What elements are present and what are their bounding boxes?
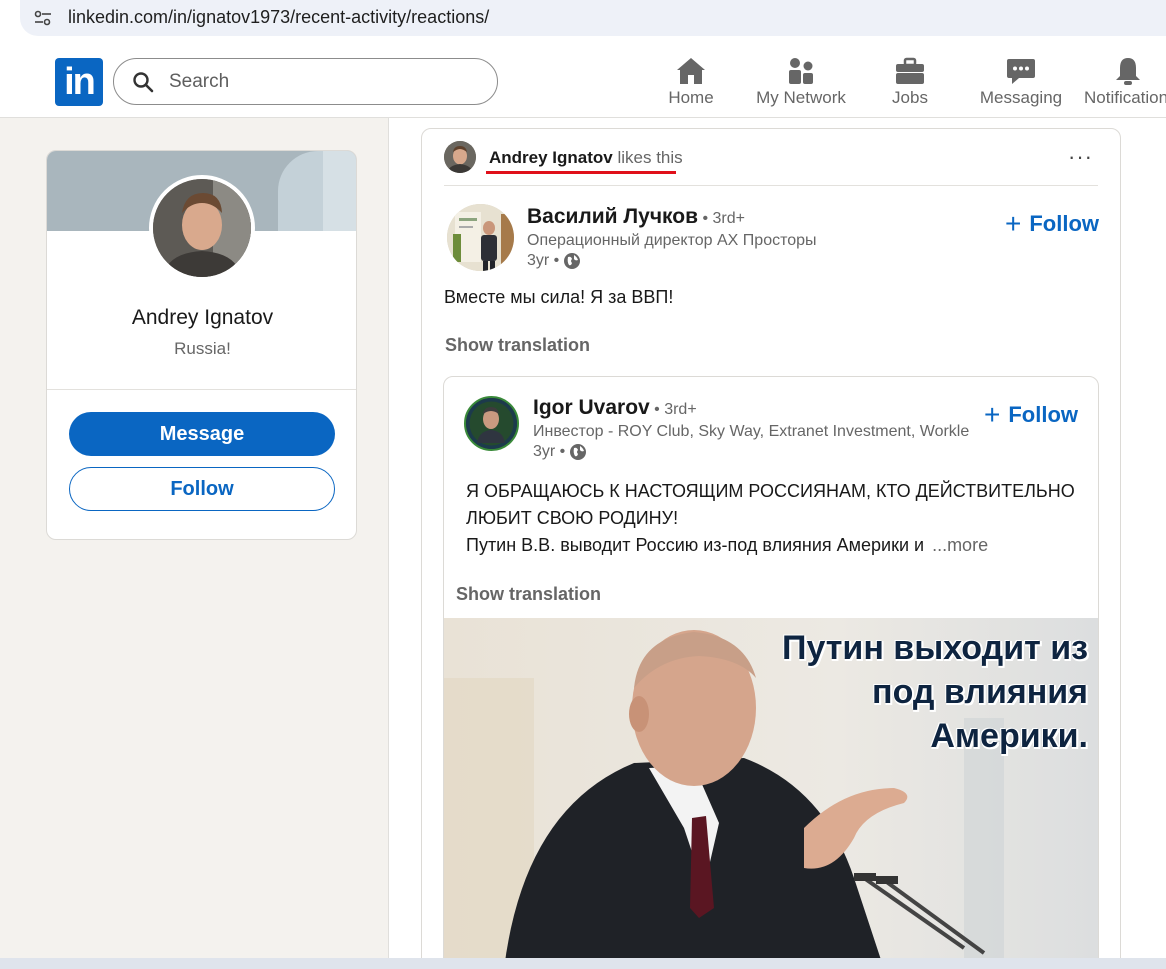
image-caption: Путин выходит из под влияния Америки. [782, 626, 1088, 758]
nav-jobs-label: Jobs [892, 88, 928, 107]
reshare-author-avatar[interactable] [464, 396, 519, 451]
connection-degree: • 3rd+ [698, 210, 745, 227]
reshare-body-line: Путин В.В. выводит Россию из-под влияния… [466, 535, 925, 555]
plus-icon: + [984, 399, 1001, 430]
image-caption-line: Путин выходит из [782, 629, 1088, 667]
show-translation-link[interactable]: Show translation [445, 335, 590, 356]
actor-avatar[interactable] [444, 141, 476, 173]
taskbar [0, 958, 1166, 969]
reshare-follow-button[interactable]: + Follow [984, 399, 1078, 430]
browser-url-bar: linkedin.com/in/ignatov1973/recent-activ… [0, 0, 1166, 46]
divider [47, 389, 356, 390]
search-icon [133, 72, 154, 93]
see-more-link[interactable]: ...more [932, 535, 988, 555]
nav-messaging-label: Messaging [979, 88, 1063, 107]
bell-icon [1116, 58, 1140, 85]
nav-home[interactable]: Home [662, 54, 720, 114]
linkedin-logo[interactable]: in [55, 58, 103, 106]
profile-photo [153, 179, 251, 277]
nav-my-network[interactable]: My Network [753, 54, 849, 114]
connection-degree: • 3rd+ [649, 401, 697, 418]
reshare-author-headline: Инвестор - ROY Club, Sky Way, Extranet I… [533, 423, 970, 440]
red-underline-annotation [486, 171, 676, 174]
post-author-headline: Операционный директор АХ Просторы [527, 232, 817, 249]
post-text: Вместе мы сила! Я за ВВП! [444, 287, 674, 307]
reshare-body-line: ЛЮБИТ СВОЮ РОДИНУ! [466, 508, 679, 528]
actor-name[interactable]: Andrey Ignatov [489, 148, 613, 167]
home-icon [677, 58, 705, 84]
reshare-body: Я ОБРАЩАЮСЬ К НАСТОЯЩИМ РОССИЯНАМ, КТО Д… [466, 478, 1091, 559]
nav-notifications-label: Notifications [1084, 88, 1166, 107]
reshare-show-translation-link[interactable]: Show translation [456, 584, 601, 605]
profile-name: Andrey Ignatov [131, 306, 274, 329]
plus-icon: + [1005, 208, 1022, 239]
image-caption-line: Америки. [930, 717, 1088, 755]
post-author-avatar[interactable] [447, 204, 514, 271]
reshare-meta: 3yr • [533, 443, 587, 461]
more-options-icon[interactable]: ··· [1068, 144, 1093, 170]
nav-notifications[interactable]: Notifications [1084, 54, 1166, 114]
activity-header: Andrey Ignatov likes this [489, 148, 683, 168]
post-image[interactable]: Путин выходит из под влияния Америки. [444, 618, 1098, 969]
divider [444, 185, 1098, 186]
profile-headline: Russia! [174, 339, 231, 358]
nav-jobs[interactable]: Jobs [884, 54, 936, 114]
profile-avatar[interactable] [149, 175, 255, 281]
briefcase-icon [896, 57, 924, 84]
nav-my-network-label: My Network [756, 88, 846, 107]
post-follow-button[interactable]: + Follow [1005, 208, 1099, 239]
globe-icon [564, 253, 581, 269]
search-input[interactable] [169, 67, 469, 97]
post-author-name[interactable]: Василий Лучков • 3rd+ [527, 205, 745, 229]
network-icon [789, 58, 813, 84]
profile-card: Andrey Ignatov Russia! Message Follow [46, 150, 357, 540]
reshare-author-name[interactable]: Igor Uvarov • 3rd+ [533, 396, 697, 420]
globe-icon [570, 444, 587, 460]
post-time: 3yr • [527, 252, 560, 269]
post-meta: 3yr • [527, 252, 581, 270]
url-text[interactable]: linkedin.com/in/ignatov1973/recent-activ… [68, 7, 489, 28]
top-nav: in Home My Network [0, 46, 1166, 118]
site-settings-icon[interactable] [33, 8, 53, 28]
messaging-icon [1007, 59, 1035, 84]
nav-messaging[interactable]: Messaging [978, 54, 1064, 114]
nav-home-label: Home [668, 88, 714, 107]
reshare-time: 3yr • [533, 443, 566, 460]
follow-button[interactable]: Follow [69, 467, 335, 511]
search-box[interactable] [113, 58, 498, 105]
activity-action: likes this [612, 148, 683, 167]
image-caption-line: под влияния [872, 673, 1088, 711]
reshare-body-line: Я ОБРАЩАЮСЬ К НАСТОЯЩИМ РОССИЯНАМ, КТО Д… [466, 481, 1075, 501]
message-button[interactable]: Message [69, 412, 335, 456]
